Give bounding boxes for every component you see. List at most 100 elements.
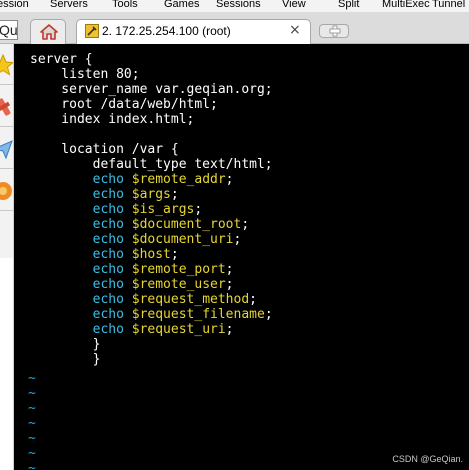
terminal-token: ;	[170, 247, 179, 262]
menu-item-view[interactable]: View	[282, 0, 306, 11]
home-icon	[40, 24, 58, 40]
menu-item-split[interactable]: Split	[338, 0, 359, 11]
terminal-token: echo	[30, 247, 132, 262]
terminal-token: $host	[131, 247, 171, 262]
sidebar-divider	[0, 168, 13, 169]
terminal-token: default_type text/html;	[30, 157, 273, 172]
terminal-token: echo	[30, 262, 132, 277]
terminal-token: $request_method	[131, 292, 250, 307]
terminal-token: ;	[170, 187, 179, 202]
sidebar-divider	[0, 126, 13, 127]
terminal-token: echo	[30, 187, 132, 202]
terminal-token: ;	[264, 307, 273, 322]
empty-line-tilde: ~	[28, 461, 36, 470]
terminal-token: ;	[225, 262, 234, 277]
terminal-token: $remote_port	[131, 262, 226, 277]
terminal-token: echo	[30, 172, 132, 187]
empty-line-tilde: ~	[28, 416, 36, 431]
terminal-line: echo $host;	[30, 247, 179, 262]
terminal-line: echo $document_root;	[30, 217, 250, 232]
terminal-token: ;	[233, 232, 242, 247]
terminal-token: $document_root	[131, 217, 242, 232]
terminal-line: echo $document_uri;	[30, 232, 242, 247]
terminal-token: server_name var.geqian.org;	[30, 82, 273, 97]
terminal-token: echo	[30, 232, 132, 247]
sidebar-divider	[0, 84, 13, 85]
sidebar-panel	[0, 258, 13, 470]
terminal-token: }	[30, 352, 101, 367]
terminal-token: echo	[30, 277, 132, 292]
tab-session[interactable]: 2. 172.25.254.100 (root) ×	[76, 19, 311, 45]
menu-item-sessions[interactable]: Sessions	[216, 0, 261, 11]
terminal-line: location /var {	[30, 142, 179, 157]
quick-connect-input[interactable]: Qu	[0, 20, 18, 40]
terminal-token: listen 80;	[30, 67, 140, 82]
menu-item-tunnel[interactable]: Tunnel	[432, 0, 465, 11]
terminal-line: server_name var.geqian.org;	[30, 82, 273, 97]
terminal-line: server {	[30, 52, 93, 67]
menu-item-games[interactable]: Games	[164, 0, 199, 11]
menu-item-servers[interactable]: Servers	[50, 0, 88, 11]
terminal-token: echo	[30, 292, 132, 307]
terminal-token: location /var {	[30, 142, 179, 157]
tools-icon[interactable]	[0, 96, 13, 118]
terminal-line: echo $request_filename;	[30, 307, 273, 322]
menu-item-session[interactable]: ession	[0, 0, 29, 11]
terminal-line: echo $request_uri;	[30, 322, 234, 337]
terminal-token: root /data/web/html;	[30, 97, 218, 112]
plus-icon	[329, 25, 341, 37]
terminal-token: echo	[30, 202, 132, 217]
terminal-screen[interactable]: server { listen 80; server_name var.geqi…	[14, 44, 469, 470]
terminal-token: ;	[249, 292, 257, 307]
terminal-line: }	[30, 337, 101, 352]
terminal-token: $args	[131, 187, 171, 202]
terminal-token: ;	[225, 277, 234, 292]
macro-icon[interactable]	[0, 180, 13, 202]
empty-line-tilde: ~	[28, 431, 36, 446]
empty-line-tilde: ~	[28, 446, 36, 461]
terminal-token: $document_uri	[131, 232, 234, 247]
terminal-token: ;	[241, 217, 250, 232]
terminal-token: }	[30, 337, 101, 352]
terminal-line: echo $remote_addr;	[30, 172, 234, 187]
side-toolbar	[0, 44, 14, 470]
terminal-line: echo $args;	[30, 187, 179, 202]
watermark: CSDN @GeQian.	[392, 454, 463, 464]
terminal-line: default_type text/html;	[30, 157, 273, 172]
empty-line-tilde: ~	[28, 401, 36, 416]
terminal-line: }	[30, 352, 101, 367]
terminal-token: $is_args	[131, 202, 195, 217]
terminal-token: echo	[30, 322, 132, 337]
terminal-line: echo $is_args;	[30, 202, 203, 217]
terminal-token: index index.html;	[30, 112, 195, 127]
terminal-token: ;	[194, 202, 203, 217]
terminal-token: ;	[225, 172, 234, 187]
menu-bar: ession Servers Tools Games Sessions View…	[0, 0, 469, 12]
sidebar-divider	[0, 210, 13, 211]
terminal-token: echo	[30, 217, 132, 232]
tab-bar: Qu 2. 172.25.254.100 (root) ×	[0, 12, 469, 45]
terminal-line: echo $request_method;	[30, 292, 257, 307]
star-icon[interactable]	[0, 53, 13, 76]
terminal-token: server {	[30, 52, 93, 67]
terminal-session-icon	[85, 24, 99, 38]
terminal-token: echo	[30, 307, 132, 322]
close-tab-icon[interactable]: ×	[289, 22, 301, 38]
terminal-token: $request_uri	[131, 322, 226, 337]
terminal-line: listen 80;	[30, 67, 140, 82]
terminal-line: echo $remote_user;	[30, 277, 234, 292]
terminal-token: ;	[225, 322, 234, 337]
terminal-line: root /data/web/html;	[30, 97, 218, 112]
new-tab-button[interactable]	[319, 24, 349, 38]
home-tab[interactable]	[30, 19, 66, 44]
terminal-token: $remote_addr	[131, 172, 226, 187]
send-icon[interactable]	[0, 138, 13, 160]
terminal-line: echo $remote_port;	[30, 262, 234, 277]
terminal-line: index index.html;	[30, 112, 194, 127]
empty-line-tilde: ~	[28, 371, 36, 386]
terminal-token: $request_filename	[131, 307, 265, 322]
menu-item-multiexec[interactable]: MultiExec	[382, 0, 430, 11]
menu-item-tools[interactable]: Tools	[112, 0, 138, 11]
terminal-token: $remote_user	[131, 277, 226, 292]
empty-line-tilde: ~	[28, 386, 36, 401]
